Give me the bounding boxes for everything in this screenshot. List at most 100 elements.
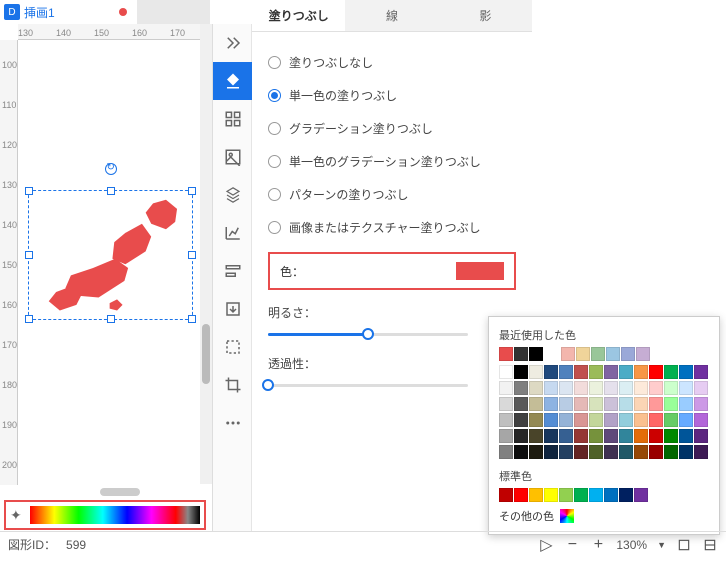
color-cell[interactable] — [574, 488, 588, 502]
color-cell[interactable] — [514, 445, 528, 459]
color-cell[interactable] — [679, 397, 693, 411]
color-cell[interactable] — [499, 365, 513, 379]
color-cell[interactable] — [604, 488, 618, 502]
color-cell[interactable] — [694, 397, 708, 411]
color-cell[interactable] — [679, 413, 693, 427]
more-tool-button[interactable] — [213, 404, 253, 442]
resize-handle-tl[interactable] — [25, 187, 33, 195]
color-cell[interactable] — [634, 429, 648, 443]
color-cell[interactable] — [679, 429, 693, 443]
color-cell[interactable] — [529, 445, 543, 459]
color-cell[interactable] — [589, 429, 603, 443]
color-cell[interactable] — [544, 397, 558, 411]
color-cell[interactable] — [679, 381, 693, 395]
resize-handle-tr[interactable] — [188, 187, 196, 195]
color-cell[interactable] — [679, 445, 693, 459]
hscroll-thumb[interactable] — [100, 488, 140, 496]
color-cell[interactable] — [589, 381, 603, 395]
color-cell[interactable] — [529, 365, 543, 379]
color-swatch[interactable] — [456, 262, 504, 280]
color-cell[interactable] — [561, 347, 575, 361]
color-cell[interactable] — [694, 381, 708, 395]
selection-box[interactable] — [28, 190, 193, 320]
outline-tool-button[interactable] — [213, 328, 253, 366]
color-cell[interactable] — [559, 413, 573, 427]
color-cell[interactable] — [559, 365, 573, 379]
color-spectrum[interactable] — [30, 506, 200, 524]
color-cell[interactable] — [514, 397, 528, 411]
color-cell[interactable] — [664, 397, 678, 411]
color-cell[interactable] — [619, 488, 633, 502]
opacity-slider[interactable] — [268, 378, 468, 392]
shape-japan-map[interactable] — [34, 196, 189, 316]
vscroll-thumb[interactable] — [202, 324, 210, 384]
zoom-level[interactable]: 130% — [616, 538, 647, 552]
image-tool-button[interactable] — [213, 138, 253, 176]
color-cell[interactable] — [604, 413, 618, 427]
color-cell[interactable] — [544, 365, 558, 379]
color-cell[interactable] — [514, 365, 528, 379]
fill-option-solid[interactable]: 単一色の塗りつぶし — [268, 79, 516, 112]
color-cell[interactable] — [544, 429, 558, 443]
resize-handle-bm[interactable] — [107, 315, 115, 323]
color-cell[interactable] — [559, 488, 573, 502]
color-cell[interactable] — [544, 381, 558, 395]
color-cell[interactable] — [649, 397, 663, 411]
grid-tool-button[interactable] — [213, 100, 253, 138]
collapse-panel-button[interactable] — [213, 24, 253, 62]
color-cell[interactable] — [559, 381, 573, 395]
color-cell[interactable] — [589, 397, 603, 411]
resize-handle-ml[interactable] — [25, 251, 33, 259]
color-cell[interactable] — [574, 413, 588, 427]
color-cell[interactable] — [634, 397, 648, 411]
other-colors-button[interactable]: その他の色 — [499, 508, 709, 524]
chart-tool-button[interactable] — [213, 214, 253, 252]
color-cell[interactable] — [499, 488, 513, 502]
color-cell[interactable] — [636, 347, 650, 361]
color-cell[interactable] — [604, 365, 618, 379]
color-cell[interactable] — [619, 397, 633, 411]
color-cell[interactable] — [514, 488, 528, 502]
color-cell[interactable] — [634, 365, 648, 379]
fill-option-gradient[interactable]: グラデーション塗りつぶし — [268, 112, 516, 145]
color-cell[interactable] — [544, 488, 558, 502]
color-cell[interactable] — [664, 429, 678, 443]
slider-thumb[interactable] — [362, 328, 374, 340]
color-cell[interactable] — [621, 347, 635, 361]
color-cell[interactable] — [544, 445, 558, 459]
color-cell[interactable] — [664, 445, 678, 459]
resize-handle-mr[interactable] — [188, 251, 196, 259]
color-cell[interactable] — [619, 413, 633, 427]
color-cell[interactable] — [574, 365, 588, 379]
fill-option-solid-gradient[interactable]: 単一色のグラデーション塗りつぶし — [268, 145, 516, 178]
zoom-out-button[interactable]: − — [564, 537, 580, 553]
color-cell[interactable] — [514, 347, 528, 361]
fill-option-none[interactable]: 塗りつぶしなし — [268, 46, 516, 79]
resize-handle-tm[interactable] — [107, 187, 115, 195]
color-cell[interactable] — [499, 397, 513, 411]
color-cell[interactable] — [694, 445, 708, 459]
color-cell[interactable] — [694, 365, 708, 379]
fit-page-icon[interactable] — [676, 537, 692, 553]
color-cell[interactable] — [499, 429, 513, 443]
color-cell[interactable] — [664, 381, 678, 395]
resize-handle-bl[interactable] — [25, 315, 33, 323]
color-cell[interactable] — [664, 413, 678, 427]
export-tool-button[interactable] — [213, 290, 253, 328]
color-cell[interactable] — [664, 365, 678, 379]
color-cell[interactable] — [576, 347, 590, 361]
color-cell[interactable] — [634, 413, 648, 427]
canvas[interactable] — [18, 40, 208, 485]
slider-thumb[interactable] — [262, 379, 274, 391]
color-cell[interactable] — [544, 413, 558, 427]
color-cell[interactable] — [649, 445, 663, 459]
color-cell[interactable] — [574, 445, 588, 459]
color-cell[interactable] — [591, 347, 605, 361]
color-cell[interactable] — [559, 429, 573, 443]
crop-tool-button[interactable] — [213, 366, 253, 404]
resize-handle-br[interactable] — [188, 315, 196, 323]
color-cell[interactable] — [619, 365, 633, 379]
tab-line[interactable]: 線 — [345, 0, 438, 31]
fill-tool-button[interactable] — [213, 62, 253, 100]
color-cell[interactable] — [589, 365, 603, 379]
